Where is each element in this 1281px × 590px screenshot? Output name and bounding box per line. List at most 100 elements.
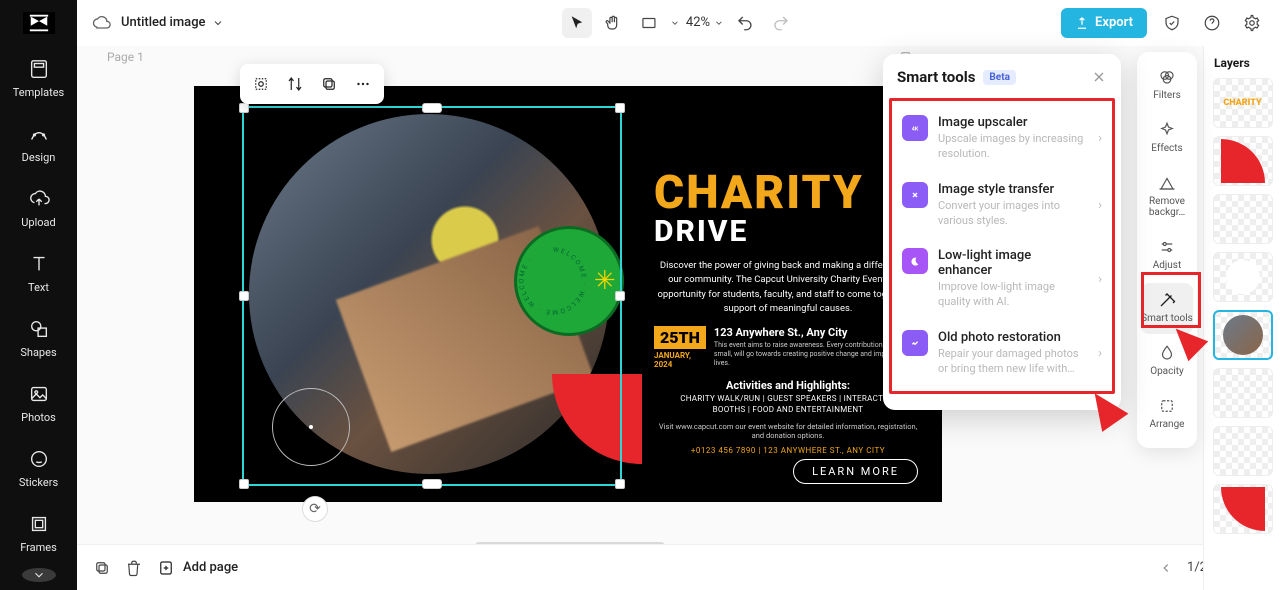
rail-text[interactable]: Text — [0, 243, 77, 308]
low-light-icon — [902, 248, 928, 274]
beta-badge: Beta — [983, 70, 1016, 85]
shield-icon[interactable] — [1157, 8, 1187, 38]
rail-shapes[interactable]: Shapes — [0, 308, 77, 373]
redo-button[interactable] — [766, 8, 796, 38]
smart-item-style-transfer[interactable]: Image style transferConvert your images … — [892, 172, 1112, 239]
close-icon[interactable] — [1091, 69, 1107, 85]
layer-thumb[interactable] — [1213, 484, 1273, 534]
date-box: 25TH JANUARY, 2024 — [654, 326, 706, 369]
svg-text:4K: 4K — [912, 127, 919, 133]
rail-templates[interactable]: Templates — [0, 48, 77, 113]
canvas-center-tools: 42% — [562, 8, 796, 38]
help-icon[interactable] — [1197, 8, 1227, 38]
layer-thumb[interactable] — [1213, 136, 1273, 186]
page-label: Page 1 — [107, 50, 144, 64]
rail-design[interactable]: Design — [0, 113, 77, 178]
delete-icon[interactable] — [125, 559, 143, 577]
poster-body: Discover the power of giving back and ma… — [654, 259, 922, 316]
cloud-icon[interactable] — [91, 13, 111, 33]
chevron-right-icon: › — [1098, 198, 1102, 213]
resize-handle[interactable] — [615, 103, 625, 113]
learn-more-button[interactable]: LEARN MORE — [793, 459, 918, 484]
duplicate-icon[interactable] — [93, 559, 111, 577]
zoom-dropdown[interactable]: 42% — [686, 15, 724, 30]
chevron-down-icon — [670, 18, 680, 28]
top-bar: Untitled image 42% Export — [77, 0, 1281, 46]
flip-button[interactable] — [280, 69, 310, 99]
resize-handle[interactable] — [422, 479, 442, 489]
hand-tool[interactable] — [598, 8, 628, 38]
upscaler-icon: 4K — [902, 115, 928, 141]
poster-title: CHARITY — [654, 170, 922, 216]
side-tools-column: Filters Effects Remove backgr… Adjust Sm… — [1137, 52, 1197, 448]
rail-upload[interactable]: Upload — [0, 178, 77, 243]
side-arrange[interactable]: Arrange — [1141, 389, 1193, 440]
rail-stickers[interactable]: Stickers — [0, 438, 77, 503]
chevron-down-icon — [714, 18, 724, 28]
smart-tools-title: Smart tools — [897, 68, 975, 86]
activities-heading: Activities and Highlights: — [654, 379, 922, 392]
top-right-controls: Export — [1061, 8, 1267, 38]
export-icon — [1075, 16, 1089, 30]
add-page-icon — [157, 559, 175, 577]
duplicate-button[interactable] — [314, 69, 344, 99]
prev-page-button[interactable] — [1159, 561, 1173, 575]
layer-thumb[interactable] — [1213, 310, 1273, 360]
smart-item-low-light[interactable]: Low-light image enhancerImprove low-ligh… — [892, 238, 1112, 320]
left-nav-rail: Templates Design Upload Text Shapes Phot… — [0, 0, 77, 590]
layer-thumb[interactable]: CHARITY — [1213, 78, 1273, 128]
chevron-down-icon — [212, 17, 224, 29]
activities-line1: CHARITY WALK/RUN | GUEST SPEAKERS | INTE… — [654, 394, 922, 403]
chevron-right-icon: › — [1098, 272, 1102, 287]
crop-dropdown[interactable] — [634, 8, 664, 38]
layer-thumb[interactable] — [1213, 194, 1273, 244]
smart-tools-panel: Smart tools Beta 4K Image upscalerUpscal… — [883, 54, 1121, 410]
resize-handle[interactable] — [239, 103, 249, 113]
layers-panel: Layers CHARITY — [1203, 46, 1281, 590]
capcut-logo-icon — [28, 12, 50, 34]
crop-selection-button[interactable] — [246, 69, 276, 99]
layer-thumb[interactable] — [1213, 426, 1273, 476]
style-transfer-icon — [902, 182, 928, 208]
rail-more-button[interactable] — [22, 568, 56, 582]
layer-thumb[interactable] — [1213, 368, 1273, 418]
undo-button[interactable] — [730, 8, 760, 38]
rail-frames[interactable]: Frames — [0, 503, 77, 568]
chevron-right-icon: › — [1098, 346, 1102, 361]
resize-handle[interactable] — [615, 479, 625, 489]
restoration-icon — [902, 330, 928, 356]
rail-photos[interactable]: Photos — [0, 373, 77, 438]
smart-item-image-upscaler[interactable]: 4K Image upscalerUpscale images by incre… — [892, 105, 1112, 172]
resize-handle[interactable] — [239, 479, 249, 489]
poster-text-block: CHARITY DRIVE Discover the power of givi… — [654, 170, 922, 455]
layer-thumb[interactable] — [1213, 252, 1273, 302]
export-button[interactable]: Export — [1061, 8, 1147, 38]
chevron-right-icon: › — [1098, 131, 1102, 146]
contact-line: +0123 456 7890 | 123 ANYWHERE ST., ANY C… — [654, 446, 922, 455]
add-page-button[interactable]: Add page — [157, 559, 238, 577]
file-name-label: Untitled image — [121, 15, 206, 30]
poster-canvas[interactable]: WELCOME · WELCOME · WELCOME · WELCOME · … — [194, 86, 942, 502]
more-button[interactable] — [348, 69, 378, 99]
side-effects[interactable]: Effects — [1141, 113, 1193, 164]
file-name-dropdown[interactable]: Untitled image — [121, 15, 224, 30]
smart-item-old-photo[interactable]: Old photo restorationRepair your damaged… — [892, 320, 1112, 387]
activities-line2: BOOTHS | FOOD AND ENTERTAINMENT — [654, 405, 922, 414]
select-tool[interactable] — [562, 8, 592, 38]
side-remove-bg[interactable]: Remove backgr… — [1141, 166, 1193, 228]
selection-outline[interactable] — [242, 106, 622, 486]
resize-handle[interactable] — [239, 291, 249, 301]
selection-toolbar — [240, 64, 384, 104]
zoom-value: 42% — [686, 15, 710, 30]
rotate-handle[interactable]: ⟳ — [302, 496, 328, 522]
resize-handle[interactable] — [422, 103, 442, 113]
side-adjust[interactable]: Adjust — [1141, 230, 1193, 281]
app-logo[interactable] — [23, 12, 55, 34]
settings-icon[interactable] — [1237, 8, 1267, 38]
annotation-highlight-box: 4K Image upscalerUpscale images by incre… — [889, 98, 1115, 394]
layers-title: Layers — [1208, 52, 1277, 78]
resize-handle[interactable] — [615, 291, 625, 301]
side-filters[interactable]: Filters — [1141, 60, 1193, 111]
visit-text: Visit www.capcut.com our event website f… — [654, 422, 922, 440]
bottom-bar: Add page 1/2 — [77, 544, 1281, 590]
